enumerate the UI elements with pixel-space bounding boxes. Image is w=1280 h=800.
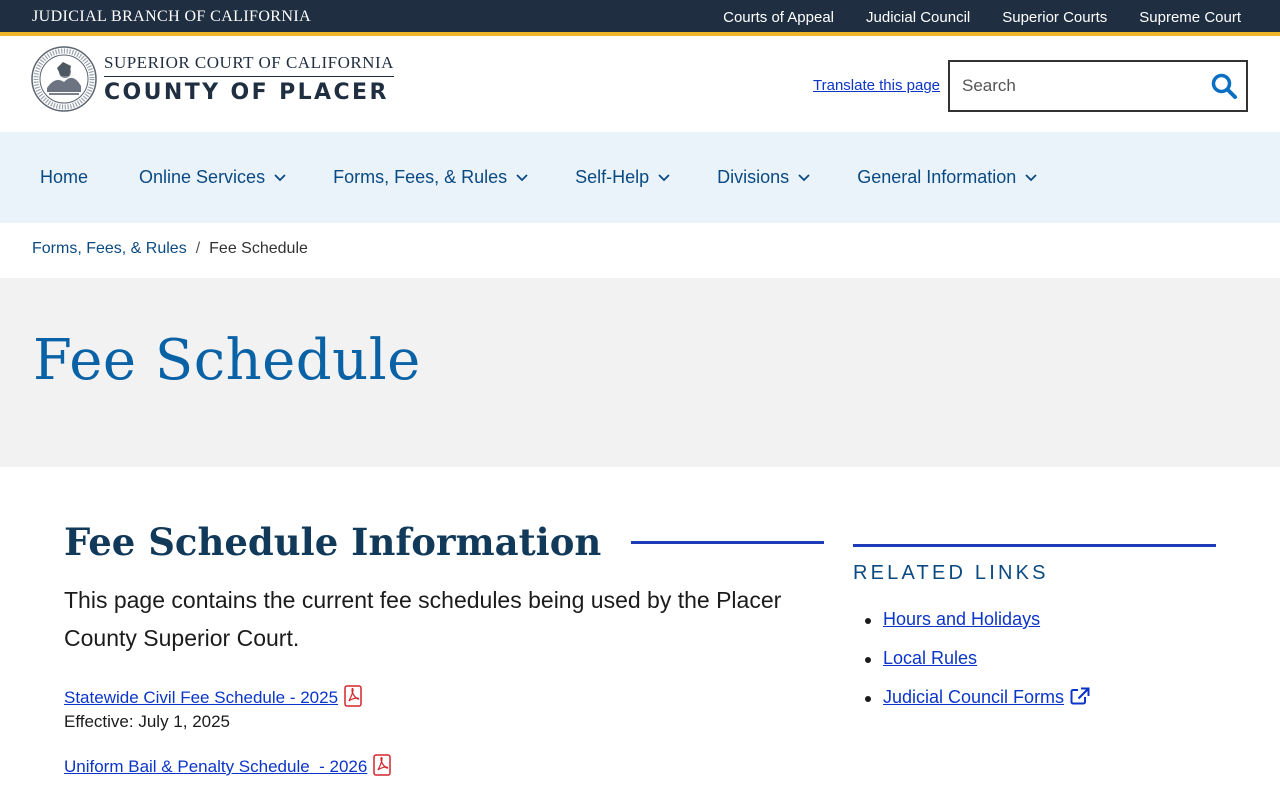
top-link-supreme-court[interactable]: Supreme Court [1139,9,1241,26]
nav-item-forms-fees-rules[interactable]: Forms, Fees, & Rules [333,167,528,188]
list-item: Judicial Council Forms [853,687,1216,708]
main-nav: Home Online Services Forms, Fees, & Rule… [0,132,1280,223]
list-item: Hours and Holidays [853,609,1216,630]
related-rule [853,544,1216,547]
nav-item-general-information[interactable]: General Information [857,167,1037,188]
pdf-icon [373,754,392,776]
search-box [948,60,1248,112]
effective-date: Effective: July 1, 2025 [64,712,231,731]
top-link-judicial-council[interactable]: Judicial Council [866,9,970,26]
hours-holidays-link[interactable]: Hours and Holidays [883,609,1040,629]
related-links-list: Hours and Holidays Local Rules Judicial … [853,609,1216,708]
list-item: Local Rules [853,648,1216,669]
document-item: Statewide Civil Fee Schedule - 2025 Effe… [64,685,824,732]
search-icon[interactable] [1210,72,1238,100]
nav-item-self-help[interactable]: Self-Help [575,167,670,188]
nav-item-online-services[interactable]: Online Services [139,167,286,188]
judicial-council-forms-link[interactable]: Judicial Council Forms [883,687,1064,707]
bail-penalty-schedule-link[interactable]: Uniform Bail & Penalty Schedule - 2026 [64,757,367,776]
logo-text: SUPERIOR COURT OF CALIFORNIA COUNTY OF P… [104,53,394,105]
nav-item-label: Self-Help [575,167,650,187]
page-title: Fee Schedule [33,328,421,393]
top-utility-bar: JUDICIAL BRANCH OF CALIFORNIA Courts of … [0,0,1280,36]
logo-court-name: SUPERIOR COURT OF CALIFORNIA [104,53,394,77]
related-links-heading: RELATED LINKS [853,562,1049,584]
related-links: RELATED LINKS Hours and Holidays Local R… [853,544,1216,726]
nav-item-label: Divisions [717,167,790,187]
nav-item-divisions[interactable]: Divisions [717,167,810,188]
translate-link[interactable]: Translate this page [813,77,940,94]
local-rules-link[interactable]: Local Rules [883,648,977,668]
intro-paragraph: This page contains the current fee sched… [64,587,782,651]
top-links: Courts of Appeal Judicial Council Superi… [723,9,1241,26]
court-logo[interactable]: SUPERIOR COURT OF CALIFORNIA COUNTY OF P… [31,46,394,112]
nav-item-home[interactable]: Home [40,167,88,188]
logo-county-name: COUNTY OF PLACER [104,80,389,105]
chevron-down-icon [1025,173,1037,181]
breadcrumb-separator: / [195,240,201,257]
chevron-down-icon [658,173,670,181]
main-content: Fee Schedule Information This page conta… [64,520,824,777]
chevron-down-icon [274,173,286,181]
section-heading-text: Fee Schedule Information [64,520,602,564]
civil-fee-schedule-link[interactable]: Statewide Civil Fee Schedule - 2025 [64,688,338,707]
section-heading: Fee Schedule Information [64,520,824,564]
breadcrumb: Forms, Fees, & Rules / Fee Schedule [32,240,308,258]
site-header: SUPERIOR COURT OF CALIFORNIA COUNTY OF P… [0,40,1280,132]
court-seal-icon [31,46,97,112]
page-hero: Fee Schedule [0,278,1280,467]
pdf-icon [344,685,362,707]
chevron-down-icon [798,173,810,181]
top-link-superior-courts[interactable]: Superior Courts [1002,9,1107,26]
heading-rule [631,540,824,544]
chevron-down-icon [516,173,528,181]
breadcrumb-forms-fees-rules[interactable]: Forms, Fees, & Rules [32,240,187,258]
external-link-icon [1070,687,1090,705]
breadcrumb-current: Fee Schedule [209,240,308,257]
search-input[interactable] [950,62,1190,110]
nav-item-label: General Information [857,167,1017,187]
nav-item-label: Home [40,167,89,187]
top-link-courts-of-appeal[interactable]: Courts of Appeal [723,9,834,26]
judicial-branch-brand[interactable]: JUDICIAL BRANCH OF CALIFORNIA [32,8,311,26]
document-item: Uniform Bail & Penalty Schedule - 2026 [64,754,824,777]
nav-item-label: Forms, Fees, & Rules [333,167,508,187]
nav-item-label: Online Services [139,167,266,187]
